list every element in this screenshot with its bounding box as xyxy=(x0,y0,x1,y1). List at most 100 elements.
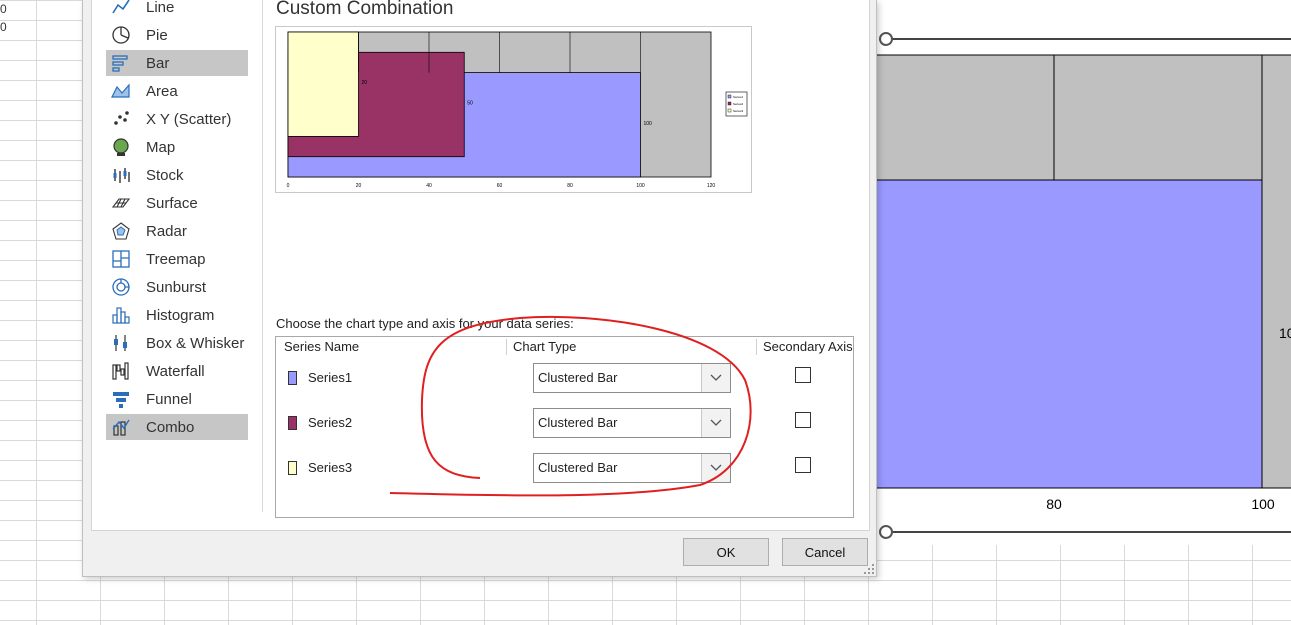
preview-x-tick-label: 100 xyxy=(636,183,645,189)
preview-legend-label: Series3 xyxy=(733,109,744,113)
chart-type-pie[interactable]: Pie xyxy=(106,22,248,48)
stock-chart-icon xyxy=(110,164,132,186)
chart-type-dropdown[interactable]: Clustered Bar xyxy=(533,363,731,393)
chart-type-label: Pie xyxy=(146,26,168,44)
series-row: Series3 Clustered Bar xyxy=(276,453,853,483)
column-header-secondary-axis: Secondary Axis xyxy=(763,339,853,354)
surface-chart-icon xyxy=(110,192,132,214)
preview-bar-series3 xyxy=(287,31,359,137)
funnel-chart-icon xyxy=(110,388,132,410)
preview-x-tick-label: 0 xyxy=(287,183,290,189)
dialog-content: Line Pie Bar Area X Y (Scatter) Map Stock Surfa… xyxy=(91,0,870,531)
cancel-button[interactable]: Cancel xyxy=(782,538,868,566)
series-color-swatch xyxy=(288,416,297,430)
column-header-chart-type: Chart Type xyxy=(513,339,577,354)
histogram-chart-icon xyxy=(110,304,132,326)
resize-handle[interactable] xyxy=(879,525,893,539)
chevron-down-icon[interactable] xyxy=(701,409,730,437)
chart-type-label: Waterfall xyxy=(146,362,205,380)
column-separator xyxy=(506,339,507,355)
chart-type-map[interactable]: Map xyxy=(106,134,248,160)
map-chart-icon xyxy=(110,136,132,158)
chart-type-label: Bar xyxy=(146,54,170,72)
column-header-series-name: Series Name xyxy=(284,339,360,354)
preview-legend-swatch xyxy=(727,101,732,106)
series2-background-bar xyxy=(875,55,1262,180)
chart-type-dropdown[interactable]: Clustered Bar xyxy=(533,453,731,483)
chart-border-bottom xyxy=(890,531,1291,533)
sheet-chart-canvas: 80 100 100 xyxy=(875,54,1291,512)
chart-type-label: X Y (Scatter) xyxy=(146,110,232,128)
chart-type-label: Area xyxy=(146,82,178,100)
secondary-axis-checkbox[interactable] xyxy=(795,457,811,473)
chart-type-line[interactable]: Line xyxy=(106,0,248,20)
resize-grip-icon[interactable] xyxy=(863,563,875,575)
chart-type-dropdown[interactable]: Clustered Bar xyxy=(533,408,731,438)
resize-handle[interactable] xyxy=(879,32,893,46)
chart-type-area[interactable]: Area xyxy=(106,78,248,104)
chart-type-label: Combo xyxy=(146,418,195,436)
preview-x-tick-label: 120 xyxy=(707,183,716,189)
column-separator xyxy=(756,339,757,355)
chart-type-value: Clustered Bar xyxy=(538,370,618,385)
series-table: Series Name Chart Type Secondary Axis Se… xyxy=(275,336,854,518)
chart-type-stock[interactable]: Stock xyxy=(106,162,248,188)
chart-border-top xyxy=(890,38,1291,40)
chart-type-waterfall[interactable]: Waterfall xyxy=(106,358,248,384)
series-name: Series3 xyxy=(308,460,353,475)
preview-data-label: 50 xyxy=(467,101,473,107)
preview-x-tick-label: 80 xyxy=(567,183,573,189)
cell-value: 0 xyxy=(0,20,7,34)
chart-type-surface[interactable]: Surface xyxy=(106,190,248,216)
change-chart-type-dialog: Line Pie Bar Area X Y (Scatter) Map Stock Surfa… xyxy=(82,0,877,577)
pie-chart-icon xyxy=(110,24,132,46)
chart-type-treemap[interactable]: Treemap xyxy=(106,246,248,272)
chart-type-sunburst[interactable]: Sunburst xyxy=(106,274,248,300)
sheet-chart[interactable]: 80 100 100 xyxy=(875,0,1291,545)
ok-button[interactable]: OK xyxy=(683,538,769,566)
chart-type-radar[interactable]: Radar xyxy=(106,218,248,244)
preview-legend-swatch xyxy=(727,108,732,113)
chart-type-funnel[interactable]: Funnel xyxy=(106,386,248,412)
preview-x-tick-label: 60 xyxy=(497,183,503,189)
secondary-axis-checkbox[interactable] xyxy=(795,412,811,428)
series1-bar[interactable] xyxy=(875,179,1263,489)
preview-data-label: 20 xyxy=(362,80,368,86)
chart-type-box-whisker[interactable]: Box & Whisker xyxy=(106,330,248,356)
preview-x-tick-label: 40 xyxy=(426,183,432,189)
chart-type-label: Line xyxy=(146,0,175,16)
chart-type-bar[interactable]: Bar xyxy=(106,50,248,76)
series-name: Series1 xyxy=(308,370,353,385)
chart-type-histogram[interactable]: Histogram xyxy=(106,302,248,328)
box-whisker-chart-icon xyxy=(110,332,132,354)
chart-type-label: Funnel xyxy=(146,390,192,408)
data-label: 100 xyxy=(1279,325,1291,341)
chart-type-combo[interactable]: Combo xyxy=(106,414,248,440)
secondary-axis-checkbox[interactable] xyxy=(795,367,811,383)
chart-type-label: Stock xyxy=(146,166,184,184)
preview-title: Custom Combination xyxy=(276,0,454,19)
series-color-swatch xyxy=(288,371,297,385)
series-name: Series2 xyxy=(308,415,353,430)
area-chart-icon xyxy=(110,80,132,102)
chevron-down-icon[interactable] xyxy=(701,364,730,392)
series-color-swatch xyxy=(288,461,297,475)
chart-type-label: Map xyxy=(146,138,176,156)
series-row: Series1 Clustered Bar xyxy=(276,363,853,393)
preview-data-label: 100 xyxy=(644,121,653,127)
chart-type-label: Treemap xyxy=(146,250,206,268)
chart-type-scatter[interactable]: X Y (Scatter) xyxy=(106,106,248,132)
chart-type-label: Histogram xyxy=(146,306,215,324)
chart-preview: 0 20 40 60 80 100 120 100 50 20 Series1 Series2 Seri… xyxy=(275,26,752,193)
preview-legend-label: Series1 xyxy=(733,95,744,99)
plot-right-region xyxy=(1262,55,1291,488)
scatter-chart-icon xyxy=(110,108,132,130)
x-tick-label: 80 xyxy=(1046,496,1062,512)
chart-type-value: Clustered Bar xyxy=(538,460,618,475)
waterfall-chart-icon xyxy=(110,360,132,382)
combo-chart-icon xyxy=(110,416,132,438)
cell-value: 0 xyxy=(0,2,7,16)
radar-chart-icon xyxy=(110,220,132,242)
chart-type-value: Clustered Bar xyxy=(538,415,618,430)
chevron-down-icon[interactable] xyxy=(701,454,730,482)
